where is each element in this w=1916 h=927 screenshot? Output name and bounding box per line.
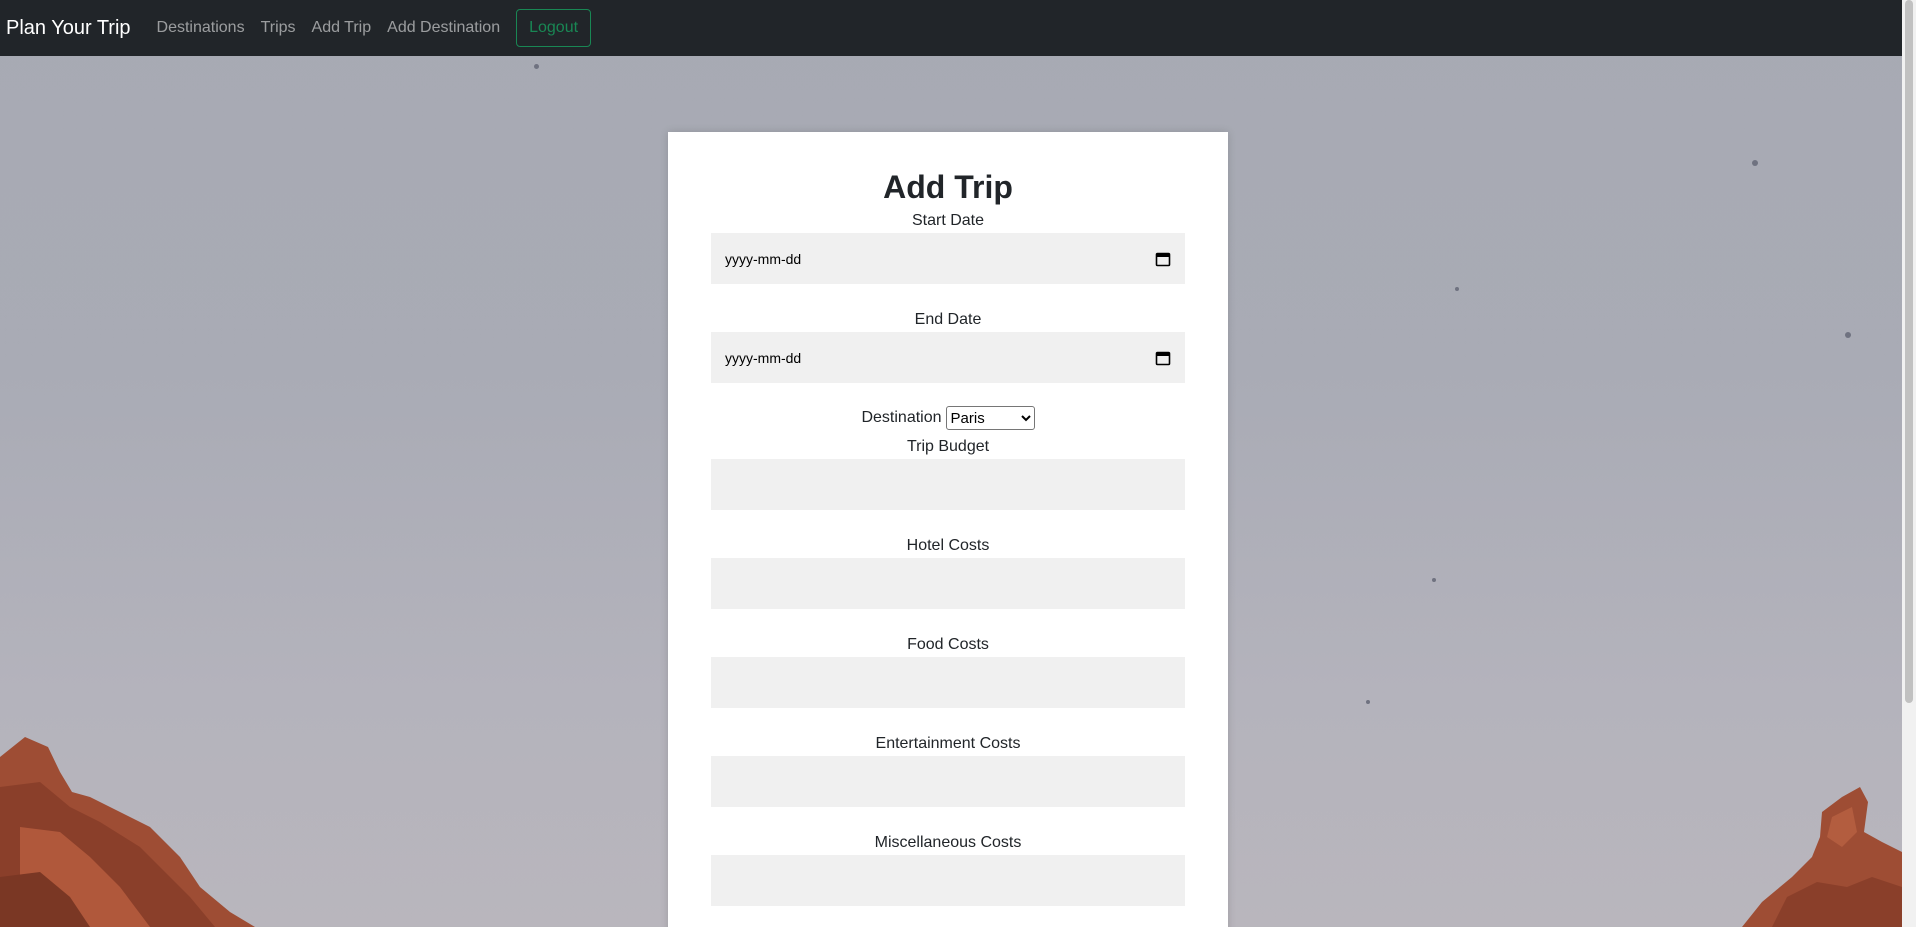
sky-speck: [1432, 578, 1436, 582]
top-navbar: Plan Your Trip Destinations Trips Add Tr…: [0, 0, 1902, 56]
start-date-label: Start Date: [911, 212, 985, 229]
rock-formation-left: [0, 737, 255, 927]
calendar-icon[interactable]: [1155, 251, 1171, 267]
end-date-input[interactable]: yyyy-mm-dd: [711, 332, 1185, 383]
sky-speck: [1455, 287, 1459, 291]
logout-button[interactable]: Logout: [516, 9, 592, 47]
entertainment-costs-label: Entertainment Costs: [875, 735, 1021, 752]
entertainment-costs-input[interactable]: [711, 756, 1185, 807]
nav-link-add-destination[interactable]: Add Destination: [387, 19, 500, 37]
rock-formation-right: [1742, 787, 1902, 927]
start-date-placeholder: yyyy-mm-dd: [725, 250, 802, 267]
nav-link-add-trip[interactable]: Add Trip: [312, 19, 372, 37]
end-date-label: End Date: [914, 311, 982, 328]
start-date-input[interactable]: yyyy-mm-dd: [711, 233, 1185, 284]
nav-link-trips[interactable]: Trips: [261, 19, 296, 37]
hotel-costs-input[interactable]: [711, 558, 1185, 609]
misc-costs-input[interactable]: [711, 855, 1185, 906]
brand-link[interactable]: Plan Your Trip: [6, 17, 131, 40]
destination-row: Destination Paris: [668, 405, 1228, 431]
misc-costs-label: Miscellaneous Costs: [874, 834, 1022, 851]
sky-speck: [1752, 160, 1758, 166]
hotel-costs-label: Hotel Costs: [906, 537, 990, 554]
scrollbar-thumb[interactable]: [1905, 0, 1913, 703]
food-costs-label: Food Costs: [907, 636, 989, 653]
add-trip-form-card: Add Trip Start Date yyyy-mm-dd End Date …: [668, 132, 1228, 927]
page-title: Add Trip: [883, 169, 1013, 205]
end-date-placeholder: yyyy-mm-dd: [725, 349, 802, 366]
sky-speck: [1845, 332, 1851, 338]
page-scrollbar[interactable]: [1902, 0, 1916, 927]
destination-label: Destination: [861, 409, 942, 426]
trip-budget-label: Trip Budget: [906, 438, 990, 455]
sky-speck: [1366, 700, 1370, 704]
calendar-icon[interactable]: [1155, 350, 1171, 366]
food-costs-input[interactable]: [711, 657, 1185, 708]
nav-link-destinations[interactable]: Destinations: [157, 19, 245, 37]
trip-budget-input[interactable]: [711, 459, 1185, 510]
sky-speck: [534, 64, 539, 69]
destination-select[interactable]: Paris: [945, 406, 1035, 430]
